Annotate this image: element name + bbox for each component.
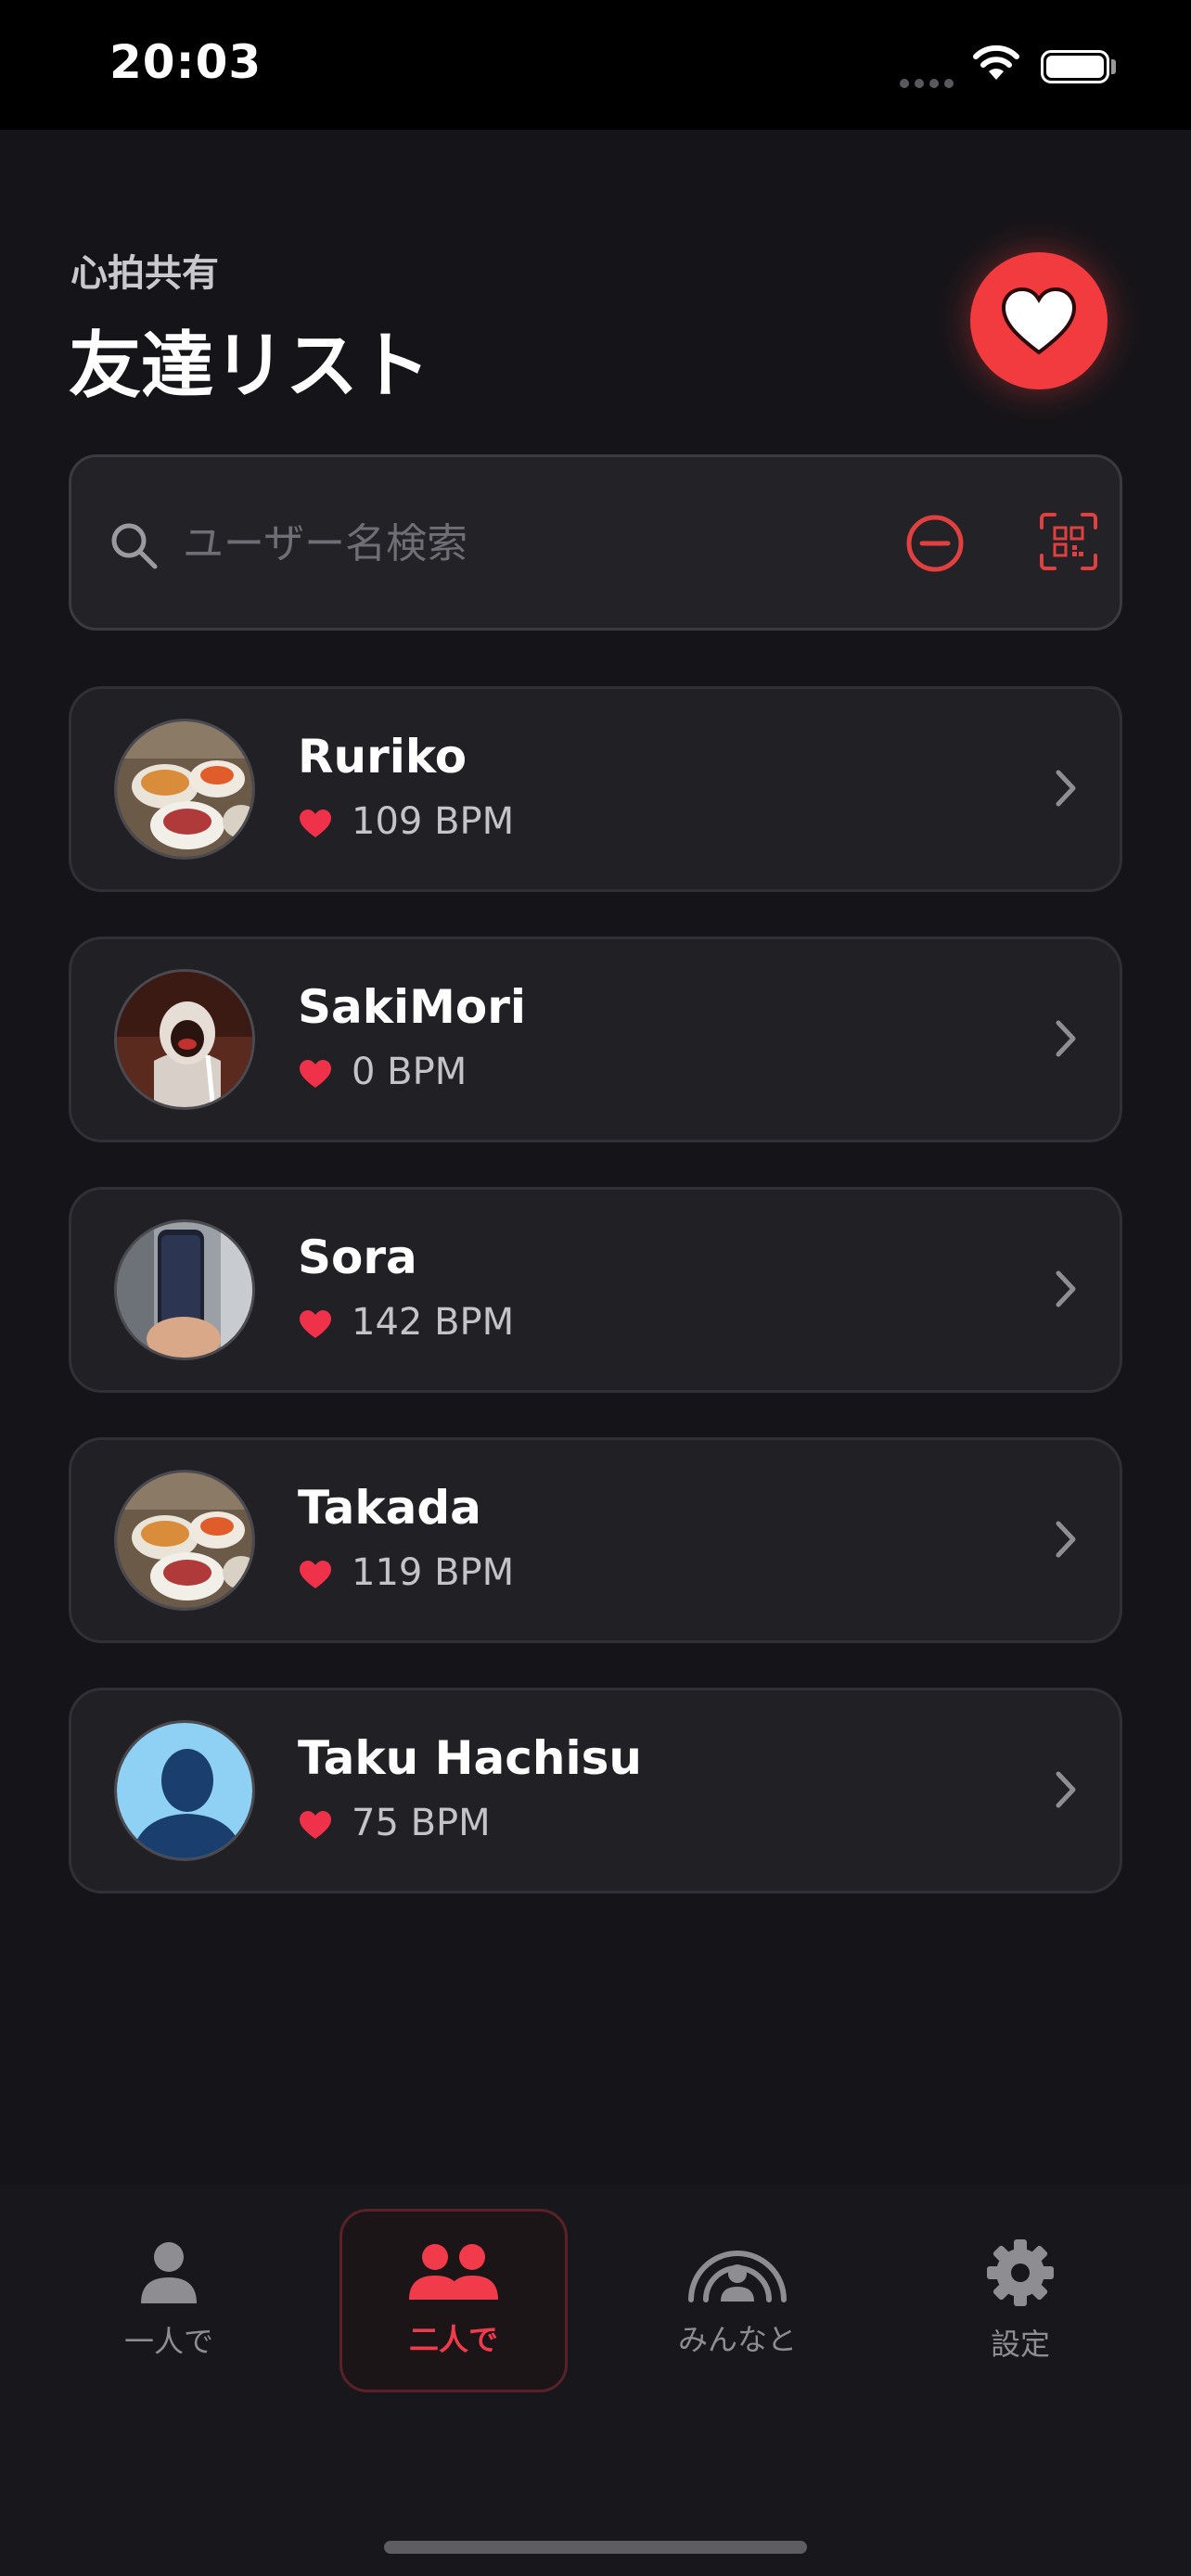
battery-icon [1041, 50, 1109, 83]
remove-friend-icon[interactable] [904, 513, 966, 574]
avatar [114, 1720, 255, 1861]
heart-icon [300, 810, 331, 837]
two-people-icon [409, 2244, 498, 2300]
friend-row[interactable]: Taku Hachisu 75 BPM [69, 1688, 1122, 1894]
search-icon [111, 523, 158, 569]
heart-icon [300, 1060, 331, 1088]
chevron-right-icon [1056, 770, 1076, 807]
friend-row[interactable]: Takada 119 BPM [69, 1437, 1122, 1643]
cellular-signal-icon [900, 74, 959, 92]
tab-everyone[interactable]: みんなと [623, 2209, 852, 2392]
page-title: 友達リスト [69, 325, 431, 408]
tab-label: 二人で [408, 2322, 498, 2357]
heart-icon [300, 1310, 331, 1338]
friend-name: Taku Hachisu [298, 1731, 642, 1785]
friend-name: Sora [298, 1231, 417, 1284]
wifi-icon [973, 45, 1019, 80]
chevron-right-icon [1056, 1771, 1076, 1808]
search-bar [69, 454, 1122, 631]
tab-settings[interactable]: 設定 [906, 2209, 1134, 2392]
bpm-value: 109 BPM [352, 800, 515, 843]
friend-row[interactable]: Sora 142 BPM [69, 1187, 1122, 1393]
friend-name: SakiMori [298, 980, 527, 1034]
tab-solo[interactable]: 一人で [55, 2209, 283, 2392]
avatar [114, 1470, 255, 1611]
avatar [114, 719, 255, 860]
avatar [114, 969, 255, 1110]
friend-row[interactable]: Ruriko 109 BPM [69, 686, 1122, 892]
status-bar: 20:03 [0, 0, 1191, 130]
search-input[interactable] [183, 513, 925, 574]
tab-label: 設定 [990, 2327, 1050, 2362]
friend-row[interactable]: SakiMori 0 BPM [69, 937, 1122, 1142]
bpm-value: 0 BPM [352, 1051, 467, 1093]
heart-rate: 75 BPM [298, 1802, 491, 1844]
tab-pair[interactable]: 二人で [339, 2209, 568, 2392]
bpm-value: 142 BPM [352, 1301, 515, 1344]
heart-rate: 142 BPM [298, 1301, 514, 1344]
friend-name: Ruriko [298, 730, 467, 784]
heart-rate: 119 BPM [298, 1551, 514, 1594]
group-broadcast-icon [688, 2251, 787, 2302]
chevron-right-icon [1056, 1270, 1076, 1307]
friend-name: Takada [298, 1481, 481, 1535]
home-indicator [384, 2541, 807, 2554]
chevron-right-icon [1056, 1020, 1076, 1057]
avatar [114, 1219, 255, 1360]
heart-icon [300, 1811, 331, 1839]
bpm-value: 75 BPM [352, 1802, 491, 1844]
heart-rate: 0 BPM [298, 1051, 467, 1093]
chevron-right-icon [1056, 1521, 1076, 1558]
app-subtitle: 心拍共有 [70, 252, 219, 295]
tab-label: 一人で [123, 2324, 213, 2359]
tab-label: みんなと [677, 2322, 797, 2357]
status-time: 20:03 [109, 35, 263, 89]
person-icon [141, 2242, 197, 2303]
heart-icon [300, 1561, 331, 1588]
qr-scan-icon[interactable] [1038, 511, 1099, 572]
heart-rate: 109 BPM [298, 800, 514, 843]
heart-button[interactable] [970, 252, 1108, 389]
bpm-value: 119 BPM [352, 1551, 515, 1594]
gear-icon [987, 2239, 1054, 2306]
heart-icon [1001, 287, 1077, 355]
